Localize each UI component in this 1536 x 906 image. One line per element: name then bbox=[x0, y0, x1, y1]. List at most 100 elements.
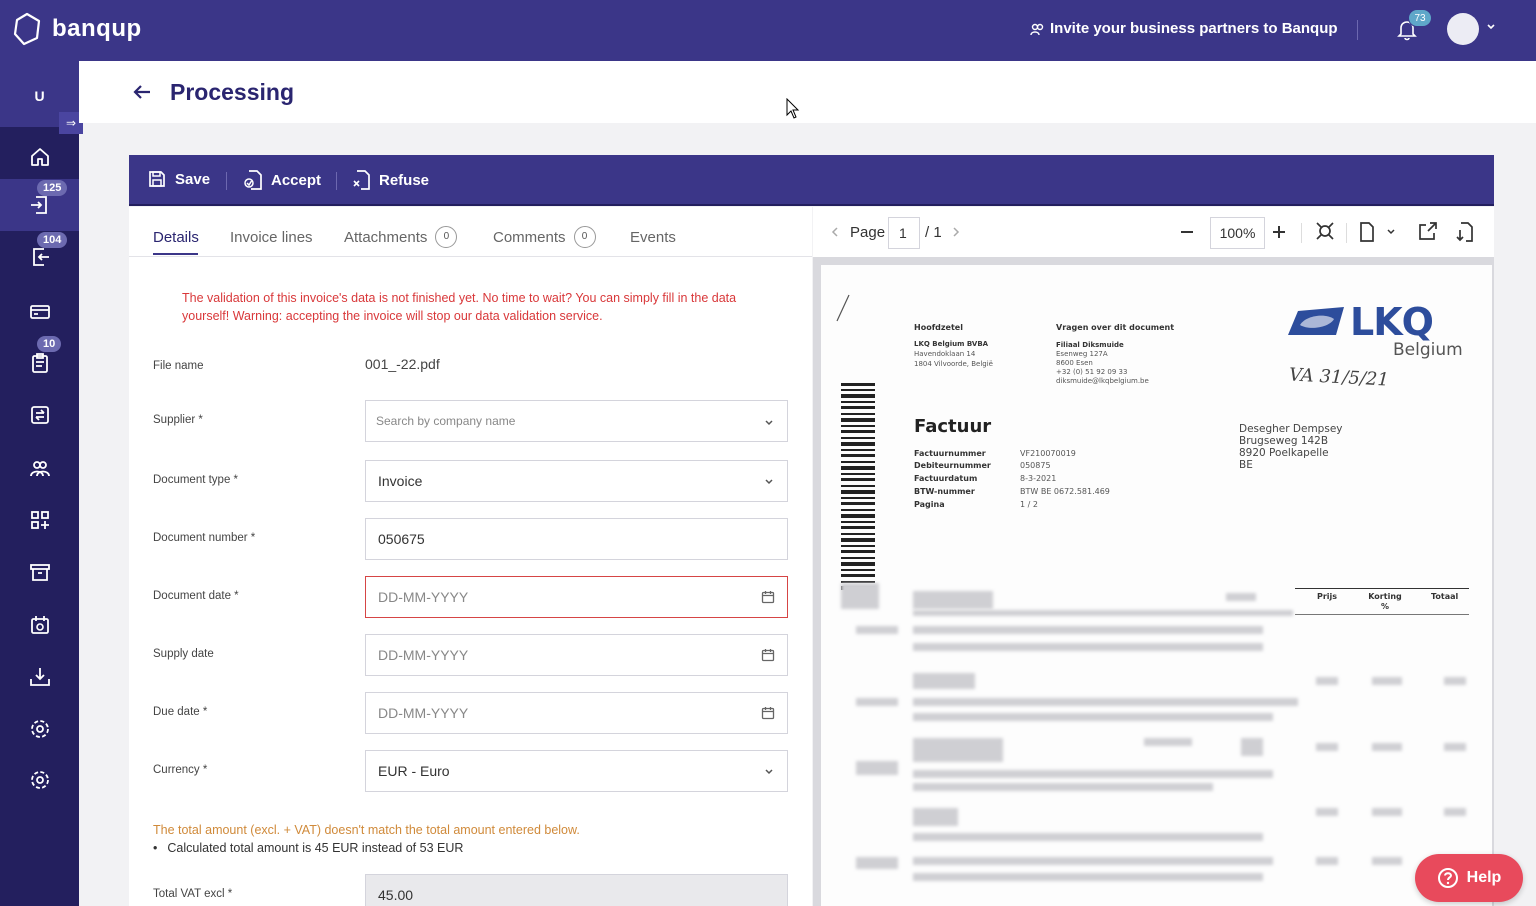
blurred-text bbox=[913, 783, 1213, 791]
download-document-icon[interactable] bbox=[1455, 221, 1475, 243]
blurred-text bbox=[913, 738, 1003, 762]
meta-value-invoice-date: 8-3-2021 bbox=[1020, 474, 1057, 483]
chevron-down-icon[interactable] bbox=[1386, 227, 1396, 237]
sidebar: U ⇒ 125 104 10 bbox=[0, 61, 83, 906]
calendar-icon[interactable] bbox=[761, 706, 775, 720]
inbox-count-badge: 125 bbox=[37, 180, 68, 196]
calendar-icon[interactable] bbox=[761, 590, 775, 604]
tab-details[interactable]: Details bbox=[153, 229, 199, 246]
table-header-line bbox=[1295, 588, 1469, 589]
sidebar-item-transfers[interactable] bbox=[0, 389, 79, 441]
fit-page-icon[interactable] bbox=[1315, 221, 1335, 241]
lkq-logo-subtitle: Belgium bbox=[1393, 340, 1463, 360]
hq-line-3: 1804 Vilvoorde, België bbox=[914, 360, 993, 368]
comments-count-badge: 0 bbox=[573, 226, 596, 248]
supplier-select[interactable]: Search by company name bbox=[365, 400, 788, 442]
help-button[interactable]: Help bbox=[1415, 854, 1523, 902]
tab-attachments[interactable]: Attachments 0 bbox=[344, 226, 458, 248]
tab-bar: Details Invoice lines Attachments 0 Comm… bbox=[129, 207, 812, 257]
blurred-text bbox=[1316, 857, 1338, 865]
blurred-text bbox=[1372, 743, 1402, 751]
document-number-value: 050675 bbox=[378, 531, 425, 547]
accept-button[interactable]: Accept bbox=[243, 169, 321, 191]
document-type-value: Invoice bbox=[378, 473, 423, 489]
col-discount: Korting % bbox=[1368, 592, 1402, 611]
supply-date-placeholder: DD-MM-YYYY bbox=[378, 647, 469, 663]
mouse-cursor-icon bbox=[786, 98, 800, 119]
blurred-text bbox=[913, 770, 1273, 778]
credit-card-icon bbox=[29, 305, 50, 319]
invoice-document-page: Hoofdzetel LKQ Belgium BVBA Havendoklaan… bbox=[821, 265, 1492, 906]
due-date-input[interactable]: DD-MM-YYYY bbox=[365, 692, 788, 734]
document-viewer[interactable]: Hoofdzetel LKQ Belgium BVBA Havendoklaan… bbox=[813, 257, 1494, 906]
chevron-down-icon[interactable] bbox=[1486, 22, 1496, 32]
sidebar-item-contacts[interactable] bbox=[0, 442, 79, 494]
tab-events[interactable]: Events bbox=[630, 229, 676, 246]
blurred-text bbox=[856, 626, 898, 634]
recipient-line-3: 8920 Poelkapelle bbox=[1239, 447, 1329, 459]
blurred-text bbox=[1372, 677, 1402, 685]
divider bbox=[1357, 20, 1358, 40]
brand-logo[interactable]: banqup bbox=[12, 12, 142, 46]
blurred-text bbox=[913, 673, 975, 689]
sidebar-item-calendar[interactable] bbox=[0, 599, 79, 651]
calendar-sync-icon bbox=[30, 616, 49, 634]
zoom-in-icon[interactable] bbox=[1272, 225, 1286, 239]
amount-mismatch-warning: The total amount (excl. + VAT) doesn't m… bbox=[153, 823, 580, 837]
supply-date-label: Supply date bbox=[153, 648, 214, 660]
document-number-input[interactable]: 050675 bbox=[365, 518, 788, 560]
blurred-text bbox=[1226, 593, 1256, 601]
save-button[interactable]: Save bbox=[147, 169, 210, 189]
calendar-icon[interactable] bbox=[761, 648, 775, 662]
sidebar-item-settings[interactable] bbox=[0, 703, 79, 755]
invite-partners-link[interactable]: Invite your business partners to Banqup bbox=[1030, 20, 1338, 37]
sidebar-item-archive[interactable] bbox=[0, 546, 79, 598]
due-date-label: Due date * bbox=[153, 706, 208, 718]
table-header-line bbox=[1295, 614, 1469, 615]
total-excl-input[interactable]: 45.00 bbox=[365, 874, 788, 906]
sidebar-item-payments[interactable] bbox=[0, 286, 79, 338]
sidebar-item-home[interactable] bbox=[0, 131, 79, 183]
document-viewer-toolbar: Page 1 / 1 100% bbox=[813, 207, 1494, 257]
document-type-select[interactable]: Invoice bbox=[365, 460, 788, 502]
tab-comments[interactable]: Comments 0 bbox=[493, 226, 596, 248]
tab-invoice-lines[interactable]: Invoice lines bbox=[230, 229, 313, 246]
hq-title: Hoofdzetel bbox=[914, 323, 963, 332]
blurred-text bbox=[913, 833, 1263, 841]
zoom-level-input[interactable]: 100% bbox=[1210, 217, 1265, 249]
recipient-line-4: BE bbox=[1239, 459, 1253, 471]
attachments-count-badge: 0 bbox=[435, 226, 458, 248]
blurred-text bbox=[913, 698, 1298, 706]
chevron-down-icon bbox=[765, 769, 773, 775]
document-accept-icon bbox=[244, 170, 262, 190]
sidebar-item-admin[interactable] bbox=[0, 754, 79, 806]
blurred-text bbox=[1444, 677, 1466, 685]
sidebar-item-apps[interactable] bbox=[0, 494, 79, 546]
page-total: / 1 bbox=[925, 224, 942, 241]
document-date-input[interactable]: DD-MM-YYYY bbox=[365, 576, 788, 618]
details-panel: Details Invoice lines Attachments 0 Comm… bbox=[129, 207, 812, 906]
back-arrow-icon[interactable] bbox=[131, 81, 153, 103]
blurred-text bbox=[841, 583, 879, 609]
zoom-out-icon[interactable] bbox=[1180, 225, 1194, 239]
supply-date-input[interactable]: DD-MM-YYYY bbox=[365, 634, 788, 676]
chevron-left-icon[interactable] bbox=[830, 226, 840, 238]
meta-value-vat-number: BTW BE 0672.581.469 bbox=[1020, 487, 1110, 496]
page-number-input[interactable]: 1 bbox=[888, 217, 920, 249]
blurred-text bbox=[1316, 743, 1338, 751]
currency-select[interactable]: EUR - Euro bbox=[365, 750, 788, 792]
refuse-label: Refuse bbox=[379, 171, 430, 189]
blurred-text bbox=[913, 857, 1273, 865]
document-icon[interactable] bbox=[1358, 221, 1376, 243]
avatar[interactable] bbox=[1447, 13, 1479, 45]
chevron-right-icon[interactable] bbox=[951, 226, 961, 238]
lkq-car-icon bbox=[1288, 307, 1344, 335]
open-external-icon[interactable] bbox=[1417, 221, 1439, 241]
tab-events-label: Events bbox=[630, 229, 676, 246]
brand-name: banqup bbox=[52, 15, 142, 42]
help-label: Help bbox=[1466, 869, 1502, 886]
page-label: Page bbox=[850, 224, 886, 241]
sidebar-item-downloads[interactable] bbox=[0, 651, 79, 703]
refuse-button[interactable]: Refuse bbox=[351, 169, 429, 191]
validation-warning: The validation of this invoice's data is… bbox=[182, 291, 737, 323]
